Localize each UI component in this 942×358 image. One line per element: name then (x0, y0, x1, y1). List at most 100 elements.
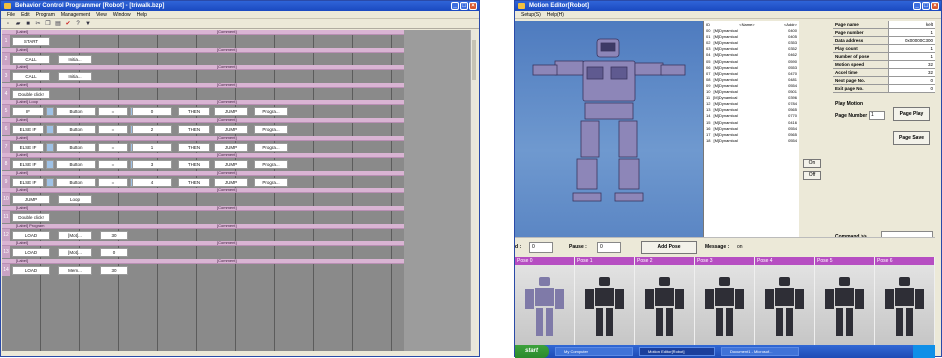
menu-view[interactable]: View (96, 11, 107, 18)
new-file-icon[interactable]: ▫ (4, 20, 12, 28)
speed-spinner[interactable]: 0 (529, 242, 553, 253)
command-cell[interactable]: 2 (132, 124, 172, 134)
program-row[interactable]: [Label] [Comment] 3 CALL Initia... (2, 64, 405, 83)
program-row[interactable]: [Label] [Comment] 2 CALL Initia... (2, 47, 405, 66)
command-cell[interactable]: IF (12, 107, 44, 117)
program-row[interactable]: [Label] [Comment] 14 LOAD Mem... 30 (2, 258, 405, 277)
command-cell[interactable]: JUMP (214, 142, 248, 152)
command-cell[interactable]: Progra... (254, 107, 288, 117)
program-row[interactable]: [Label] [Comment] 10 JUMP Loop (2, 187, 405, 206)
command-cell[interactable]: 3 (132, 160, 172, 170)
command-cell[interactable]: CALL (12, 54, 50, 64)
property-row[interactable]: Next page No. 0 (833, 77, 935, 85)
command-cell[interactable]: START (12, 37, 50, 46)
menu-edit[interactable]: Edit (21, 11, 30, 18)
program-row[interactable]: [Label] [Comment] 13 LOAD [Mot]... 0 (2, 240, 405, 259)
maximize-button[interactable]: □ (922, 2, 930, 10)
program-row[interactable]: [Label] [Comment] 8 ELSE IF Button = 3 THEN JUMP… (2, 152, 405, 171)
command-cell[interactable]: = (98, 107, 128, 117)
minimize-button[interactable]: _ (451, 2, 459, 10)
vertical-scrollbar[interactable] (470, 30, 476, 351)
command-cell[interactable]: ELSE IF (12, 177, 44, 187)
off-button[interactable]: Off (803, 171, 821, 180)
command-cell[interactable]: Double click! (12, 212, 50, 222)
command-cell[interactable]: Initia... (58, 54, 92, 64)
command-cell[interactable]: Progra... (254, 124, 288, 134)
parameter-icon[interactable] (46, 124, 54, 134)
property-value[interactable]: 1 (888, 29, 935, 36)
command-cell[interactable]: 1 (132, 142, 172, 152)
open-folder-icon[interactable]: ▰ (14, 20, 22, 28)
command-cell[interactable]: ELSE IF (12, 160, 44, 170)
command-cell[interactable]: [Mot]... (58, 230, 92, 240)
command-cell[interactable]: 0 (100, 248, 128, 258)
check-icon[interactable]: ✔ (64, 20, 72, 28)
property-value[interactable]: kelt (888, 21, 935, 28)
pause-spinner[interactable]: 0 (597, 242, 621, 253)
command-cell[interactable]: ELSE IF (12, 142, 44, 152)
pose-thumbnail[interactable]: Pose 4 (755, 257, 814, 345)
command-cell[interactable]: LOAD (12, 248, 50, 258)
command-cell[interactable]: 0 (132, 107, 172, 117)
maximize-button[interactable]: □ (460, 2, 468, 10)
pose-thumbnail[interactable]: Pose 2 (635, 257, 694, 345)
command-cell[interactable]: Button (56, 124, 96, 134)
pose-thumbnail[interactable]: Pose 5 (815, 257, 874, 345)
command-cell[interactable]: Button (56, 160, 96, 170)
command-cell[interactable]: LOAD (12, 230, 50, 240)
menu-file[interactable]: File (7, 11, 15, 18)
command-cell[interactable]: = (98, 124, 128, 134)
list-item[interactable]: 18 [M]Dynamical 0554 (706, 138, 797, 144)
copy-icon[interactable]: ❐ (44, 20, 52, 28)
menu-setup[interactable]: Setup(S) (521, 11, 541, 18)
property-row[interactable]: Data address 0x00000C300 (833, 37, 935, 45)
property-row[interactable]: Play count 1 (833, 45, 935, 53)
command-cell[interactable]: THEN (178, 177, 210, 187)
command-cell[interactable]: 4 (132, 177, 172, 187)
command-cell[interactable]: THEN (178, 107, 210, 117)
command-cell[interactable]: Initia... (58, 72, 92, 82)
command-cell[interactable]: Mem... (58, 265, 92, 275)
help-icon[interactable]: ? (74, 20, 82, 28)
command-cell[interactable]: CALL (12, 72, 50, 82)
program-row[interactable]: [Label] [Comment] 6 ELSE IF Button = 2 THEN JUMP… (2, 117, 405, 136)
property-value[interactable]: 32 (888, 69, 935, 76)
command-cell[interactable]: Button (56, 107, 96, 117)
property-row[interactable]: Exit page No. 0 (833, 85, 935, 93)
command-cell[interactable]: = (98, 160, 128, 170)
command-cell[interactable]: THEN (178, 160, 210, 170)
menu-management[interactable]: Management (61, 11, 90, 18)
close-button[interactable]: × (931, 2, 939, 10)
page-play-button[interactable]: Page Play (893, 107, 930, 121)
page-number-input[interactable]: 1 (869, 111, 885, 120)
command-cell[interactable]: JUMP (214, 177, 248, 187)
program-row[interactable]: [Label] [Comment] 9 ELSE IF Button = 4 THEN JUMP… (2, 170, 405, 189)
menu-help[interactable]: Help(H) (547, 11, 564, 18)
command-cell[interactable]: THEN (178, 124, 210, 134)
command-cell[interactable]: = (98, 142, 128, 152)
command-cell[interactable]: Progra... (254, 177, 288, 187)
pose-thumbnail[interactable]: Pose 3 (695, 257, 754, 345)
menu-help[interactable]: Help (137, 11, 147, 18)
paste-icon[interactable]: ▤ (54, 20, 62, 28)
property-row[interactable]: Page number 1 (833, 29, 935, 37)
command-cell[interactable]: 30 (100, 230, 128, 240)
start-button[interactable]: start (515, 345, 549, 358)
download-icon[interactable]: ▼ (84, 20, 92, 28)
pose-thumbnail[interactable]: Pose 0 (515, 257, 574, 345)
command-cell[interactable]: JUMP (214, 124, 248, 134)
command-cell[interactable]: Double click! (12, 89, 50, 99)
minimize-button[interactable]: _ (913, 2, 921, 10)
property-value[interactable]: 32 (888, 61, 935, 68)
add-pose-button[interactable]: Add Pose (641, 241, 697, 254)
command-cell[interactable]: Progra... (254, 142, 288, 152)
command-cell[interactable]: 30 (100, 265, 128, 275)
save-icon[interactable]: ■ (24, 20, 32, 28)
command-cell[interactable]: = (98, 177, 128, 187)
parameter-icon[interactable] (46, 107, 54, 117)
command-cell[interactable]: [Mot]... (58, 248, 92, 258)
menu-program[interactable]: Program (36, 11, 55, 18)
parameter-icon[interactable] (46, 142, 54, 152)
parameter-icon[interactable] (46, 160, 54, 170)
command-cell[interactable]: Button (56, 142, 96, 152)
